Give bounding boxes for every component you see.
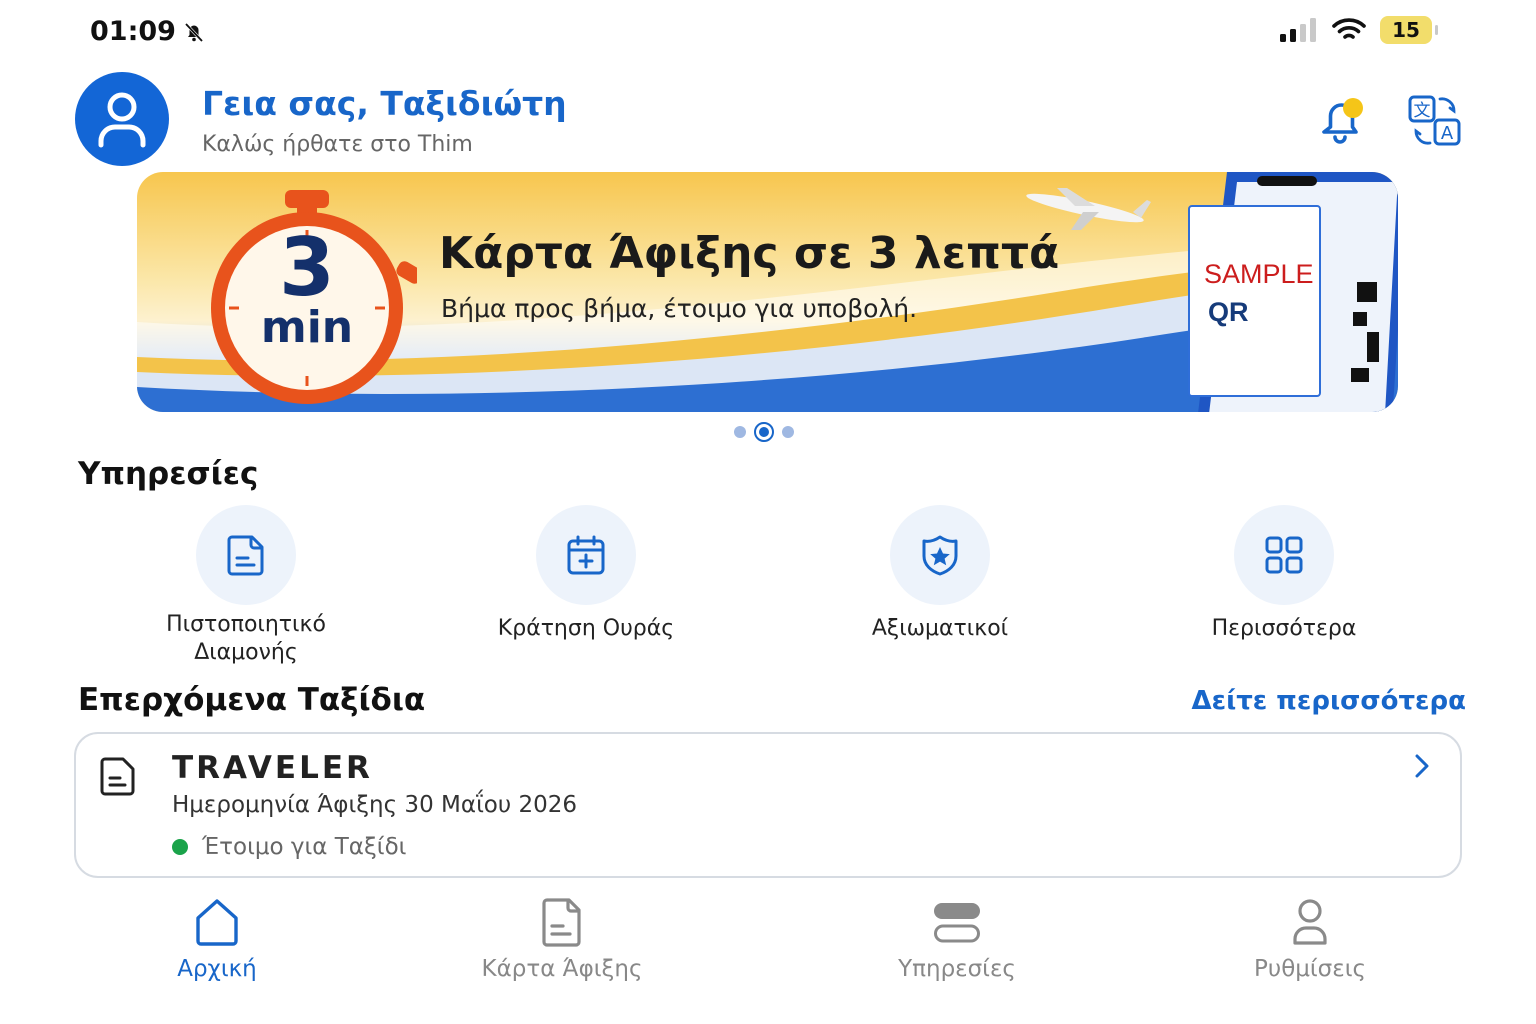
carousel-dot-active[interactable] — [754, 422, 774, 442]
service-more[interactable]: Περισσότερα — [1154, 505, 1414, 643]
service-icon-circle — [196, 505, 296, 605]
chevron-right-icon[interactable] — [1410, 752, 1434, 780]
services-title: Υπηρεσίες — [78, 456, 259, 492]
greeting-title: Γεια σας, Ταξιδιώτη — [202, 84, 567, 123]
trip-status-text: Έτοιμο για Ταξίδι — [202, 834, 407, 860]
service-icon-circle — [1234, 505, 1334, 605]
banner-subtitle: Βήμα προς βήμα, έτοιμο για υποβολή. — [441, 294, 918, 323]
nav-settings[interactable]: Ρυθμίσεις — [1200, 896, 1420, 982]
see-more-link[interactable]: Δείτε περισσότερα — [1191, 686, 1466, 716]
notification-bell-icon[interactable] — [1318, 94, 1366, 146]
airplane-icon — [1026, 188, 1151, 230]
carousel-dot[interactable] — [782, 426, 794, 438]
nav-arrival-card[interactable]: Κάρτα Άφιξης — [452, 896, 672, 982]
police-badge-icon — [922, 535, 958, 576]
service-officers[interactable]: Αξιωματικοί — [810, 505, 1070, 643]
nav-home[interactable]: Αρχική — [107, 896, 327, 982]
status-time: 01:09 — [90, 16, 206, 47]
nav-label: Αρχική — [177, 956, 257, 982]
service-label: Κράτηση Ουράς — [497, 616, 675, 641]
service-residence-certificate[interactable]: Πιστοποιητικό Διαμονής — [116, 505, 376, 667]
document-icon — [542, 898, 581, 947]
battery-indicator: 15 — [1380, 16, 1438, 44]
status-indicators: 15 — [1280, 16, 1438, 44]
promo-banner[interactable]: 3 min Κάρτα Άφιξης σε 3 λεπτά Βήμα προς … — [137, 172, 1398, 412]
grid-icon — [1265, 536, 1303, 574]
home-icon — [196, 899, 238, 946]
banner-title: Κάρτα Άφιξης σε 3 λεπτά — [439, 228, 1060, 279]
trip-status: Έτοιμο για Ταξίδι — [172, 834, 406, 860]
home-screen: 01:09 15 Γεια σας, Ταξιδιώτη Καλώς ήρθατ… — [0, 0, 1536, 1024]
carousel-indicator — [734, 422, 794, 442]
trip-arrival-date: Ημερομηνία Άφιξης 30 Μαΐου 2026 — [172, 792, 578, 818]
document-icon — [227, 535, 264, 576]
avatar[interactable] — [75, 72, 169, 166]
svg-text:A: A — [1441, 123, 1454, 144]
sample-qr-card: SAMPLE QR — [1188, 205, 1321, 397]
welcome-subtitle: Καλώς ήρθατε στο Thim — [202, 132, 473, 157]
clock: 01:09 — [90, 16, 176, 47]
trip-name: TRAVELER — [172, 750, 373, 786]
service-label: Πιστοποιητικό Διαμονής — [166, 612, 326, 665]
bell-muted-icon — [184, 22, 204, 42]
svg-text:文: 文 — [1414, 101, 1431, 121]
translate-icon[interactable]: 文 A — [1408, 94, 1462, 148]
upcoming-trips-title: Επερχόμενα Ταξίδια — [78, 682, 426, 718]
nav-label: Ρυθμίσεις — [1254, 956, 1366, 982]
person-icon — [98, 92, 146, 148]
signal-icon — [1280, 18, 1316, 42]
service-icon-circle — [890, 505, 990, 605]
wifi-icon — [1332, 18, 1366, 39]
timer-number: 3 — [279, 221, 335, 314]
carousel-dot[interactable] — [734, 426, 746, 438]
timer-unit: min — [260, 302, 354, 353]
calendar-add-icon — [567, 535, 605, 575]
trip-card[interactable]: TRAVELER Ημερομηνία Άφιξης 30 Μαΐου 2026… — [74, 732, 1462, 878]
nav-label: Υπηρεσίες — [898, 956, 1016, 982]
service-label: Αξιωματικοί — [871, 616, 1009, 641]
document-icon — [100, 757, 135, 796]
person-icon — [1293, 899, 1327, 945]
status-dot — [172, 839, 188, 855]
sample-label: SAMPLE — [1204, 259, 1314, 289]
service-icon-circle — [536, 505, 636, 605]
sample-qr-label: QR — [1208, 297, 1249, 327]
service-queue-booking[interactable]: Κράτηση Ουράς — [456, 505, 716, 643]
service-label: Περισσότερα — [1211, 616, 1357, 641]
nav-label: Κάρτα Άφιξης — [481, 956, 643, 982]
layers-icon — [934, 903, 980, 943]
nav-services[interactable]: Υπηρεσίες — [847, 896, 1067, 982]
